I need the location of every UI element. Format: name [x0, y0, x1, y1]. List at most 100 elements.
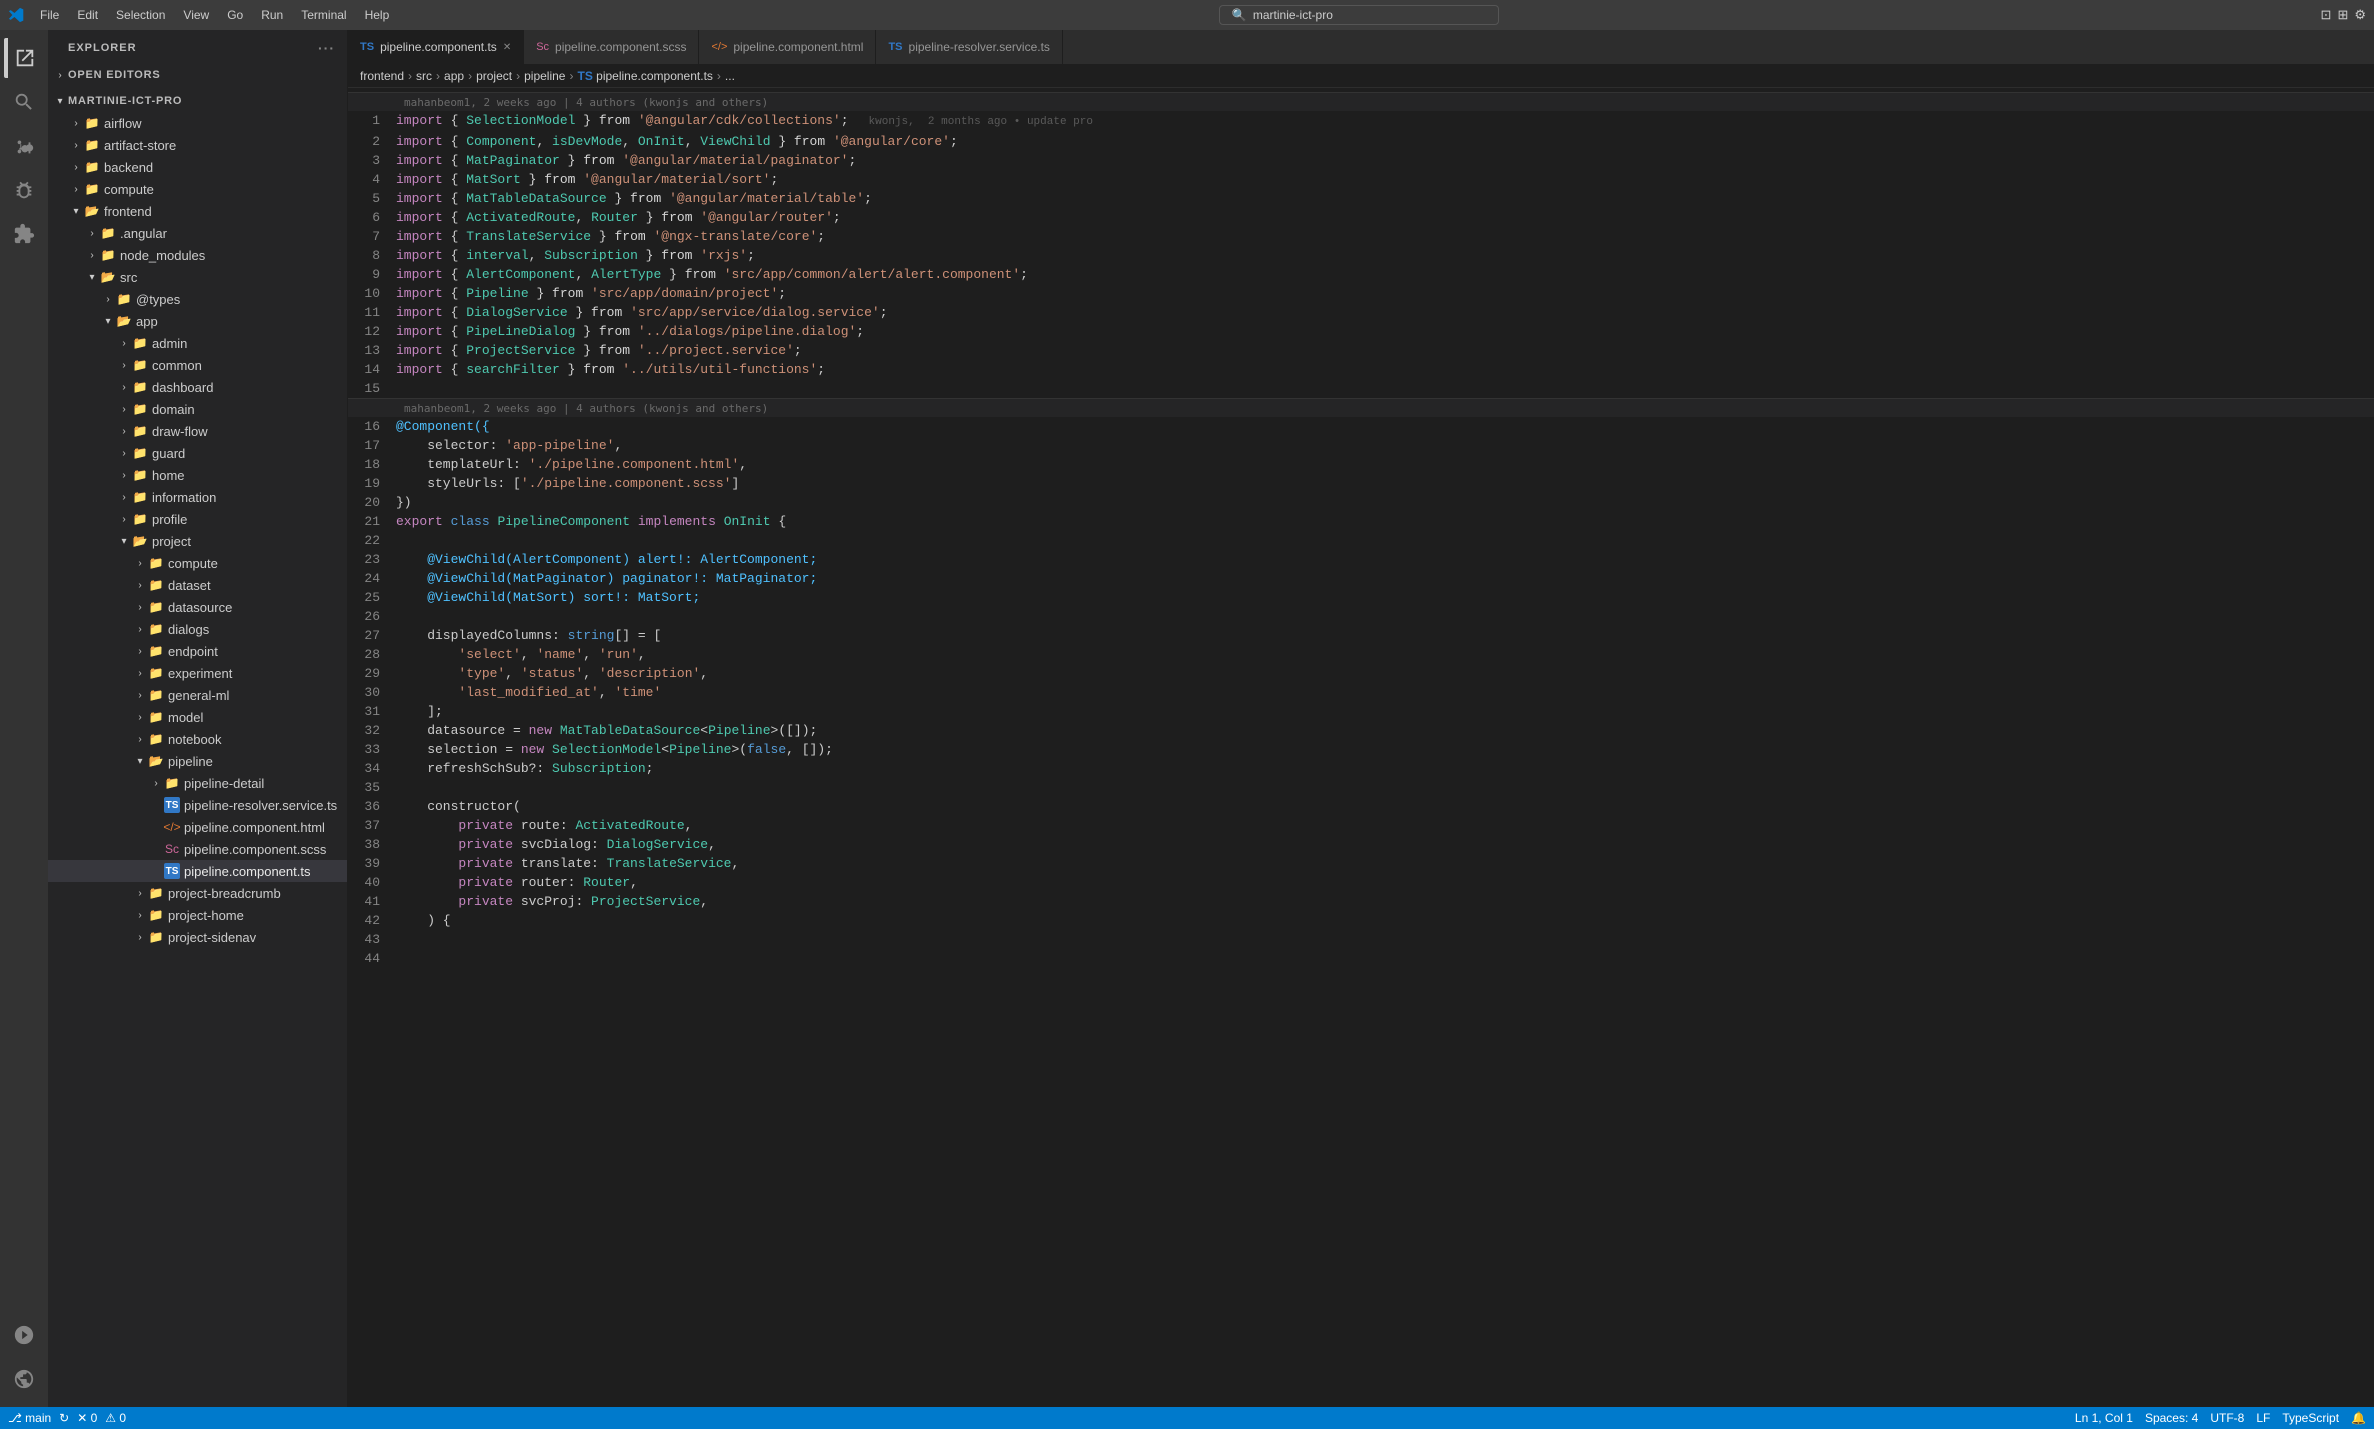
- encoding[interactable]: UTF-8: [2210, 1411, 2244, 1425]
- breadcrumb-app[interactable]: app: [444, 69, 464, 83]
- sidebar-item-general-ml[interactable]: 📁general-ml: [48, 684, 347, 706]
- menu-terminal[interactable]: Terminal: [293, 6, 354, 24]
- menu-file[interactable]: File: [32, 6, 67, 24]
- sidebar-item-dashboard[interactable]: 📁dashboard: [48, 376, 347, 398]
- sidebar-item-app[interactable]: 📂app: [48, 310, 347, 332]
- tree-item-label: @types: [136, 292, 180, 307]
- activity-explorer[interactable]: [4, 38, 44, 78]
- menu-bar[interactable]: File Edit Selection View Go Run Terminal…: [32, 6, 397, 24]
- sidebar-item-node_modules[interactable]: 📁node_modules: [48, 244, 347, 266]
- settings-icon[interactable]: ⚙: [2354, 7, 2366, 23]
- search-box[interactable]: 🔍 martinie-ict-pro: [1219, 5, 1499, 25]
- sidebar-item-common[interactable]: 📁common: [48, 354, 347, 376]
- menu-edit[interactable]: Edit: [69, 6, 106, 24]
- line-number: 29: [348, 664, 396, 683]
- blame-text: mahanbeom1, 2 weeks ago | 4 authors (kwo…: [396, 94, 776, 111]
- sidebar-item-pipeline-component-scss[interactable]: Scpipeline.component.scss: [48, 838, 347, 860]
- more-actions-icon[interactable]: ···: [318, 40, 335, 56]
- tab-resolver-ts[interactable]: TS pipeline-resolver.service.ts: [876, 30, 1062, 64]
- sidebar-item-compute2[interactable]: 📁compute: [48, 552, 347, 574]
- git-branch[interactable]: ⎇ main: [8, 1411, 51, 1425]
- activity-remote[interactable]: [4, 1359, 44, 1399]
- activity-source-control[interactable]: [4, 126, 44, 166]
- error-count[interactable]: ✕ 0: [77, 1411, 97, 1425]
- code-main[interactable]: mahanbeom1, 2 weeks ago | 4 authors (kwo…: [348, 88, 2374, 1407]
- sidebar-item-src[interactable]: 📂src: [48, 266, 347, 288]
- breadcrumb-more[interactable]: ...: [725, 69, 735, 83]
- activity-testing[interactable]: [4, 1315, 44, 1355]
- sidebar-item-endpoint[interactable]: 📁endpoint: [48, 640, 347, 662]
- menu-go[interactable]: Go: [219, 6, 251, 24]
- sidebar-item-draw-flow[interactable]: 📁draw-flow: [48, 420, 347, 442]
- notifications-icon[interactable]: 🔔: [2351, 1411, 2366, 1425]
- sidebar-item-frontend[interactable]: 📂frontend: [48, 200, 347, 222]
- warning-count[interactable]: ⚠ 0: [105, 1411, 126, 1425]
- sidebar-item-pipeline-component-html[interactable]: </>pipeline.component.html: [48, 816, 347, 838]
- sidebar-item-dataset[interactable]: 📁dataset: [48, 574, 347, 596]
- title-bar: File Edit Selection View Go Run Terminal…: [0, 0, 2374, 30]
- breadcrumb-project[interactable]: project: [476, 69, 512, 83]
- activity-search[interactable]: [4, 82, 44, 122]
- sidebar-item-compute[interactable]: 📁compute: [48, 178, 347, 200]
- spaces[interactable]: Spaces: 4: [2145, 1411, 2198, 1425]
- layout-icon[interactable]: ⊞: [2337, 7, 2348, 23]
- line-number: 38: [348, 835, 396, 854]
- sidebar-item-information[interactable]: 📁information: [48, 486, 347, 508]
- sidebar-item-pipeline-detail[interactable]: 📁pipeline-detail: [48, 772, 347, 794]
- code-line-text: import { SelectionModel } from '@angular…: [396, 111, 2374, 132]
- sidebar-item-home[interactable]: 📁home: [48, 464, 347, 486]
- sidebar-item-domain[interactable]: 📁domain: [48, 398, 347, 420]
- sidebar-item-pipeline-component-ts[interactable]: TSpipeline.component.ts: [48, 860, 347, 882]
- line-ending[interactable]: LF: [2256, 1411, 2270, 1425]
- sidebar-item-project-home[interactable]: 📁project-home: [48, 904, 347, 926]
- tab-pipeline-scss[interactable]: Sc pipeline.component.scss: [524, 30, 699, 64]
- split-editor-icon[interactable]: ⊡: [2321, 7, 2332, 23]
- sidebar-item-artifact-store[interactable]: 📁artifact-store: [48, 134, 347, 156]
- sidebar-actions[interactable]: ···: [318, 40, 335, 56]
- sidebar-item-airflow[interactable]: 📁airflow: [48, 112, 347, 134]
- menu-selection[interactable]: Selection: [108, 6, 173, 24]
- sidebar-item-admin[interactable]: 📁admin: [48, 332, 347, 354]
- breadcrumb-file[interactable]: TS pipeline.component.ts: [577, 69, 712, 83]
- sidebar-item-project-sidenav[interactable]: 📁project-sidenav: [48, 926, 347, 948]
- tree-item-label: backend: [104, 160, 153, 175]
- sidebar-item-types[interactable]: 📁@types: [48, 288, 347, 310]
- sidebar-item-project-breadcrumb[interactable]: 📁project-breadcrumb: [48, 882, 347, 904]
- sidebar-item-dialogs[interactable]: 📁dialogs: [48, 618, 347, 640]
- breadcrumb-src[interactable]: src: [416, 69, 432, 83]
- breadcrumb-frontend[interactable]: frontend: [360, 69, 404, 83]
- status-left: ⎇ main ↻ ✕ 0 ⚠ 0: [8, 1411, 126, 1425]
- open-editors-header[interactable]: OPEN EDITORS: [48, 64, 347, 86]
- status-bar: ⎇ main ↻ ✕ 0 ⚠ 0 Ln 1, Col 1 Spaces: 4 U…: [0, 1407, 2374, 1429]
- project-root-header[interactable]: MARTINIE-ICT-PRO: [48, 90, 347, 112]
- open-editors-label: OPEN EDITORS: [68, 69, 161, 81]
- activity-extensions[interactable]: [4, 214, 44, 254]
- sidebar-item-backend[interactable]: 📁backend: [48, 156, 347, 178]
- sidebar-item-notebook[interactable]: 📁notebook: [48, 728, 347, 750]
- sidebar-item-pipeline-resolver-service-ts[interactable]: TSpipeline-resolver.service.ts: [48, 794, 347, 816]
- sidebar-item-datasource[interactable]: 📁datasource: [48, 596, 347, 618]
- tab-close-icon[interactable]: ✕: [503, 42, 511, 53]
- sidebar-item-experiment[interactable]: 📁experiment: [48, 662, 347, 684]
- sidebar-item-project[interactable]: 📂project: [48, 530, 347, 552]
- code-line-text: selection = new SelectionModel<Pipeline>…: [396, 740, 2374, 759]
- sidebar-item-guard[interactable]: 📁guard: [48, 442, 347, 464]
- menu-view[interactable]: View: [175, 6, 217, 24]
- sidebar-item-pipeline[interactable]: 📂pipeline: [48, 750, 347, 772]
- code-row: 38 private svcDialog: DialogService,: [348, 835, 2374, 854]
- sidebar-item-angular[interactable]: 📁.angular: [48, 222, 347, 244]
- breadcrumb-pipeline[interactable]: pipeline: [524, 69, 565, 83]
- tab-pipeline-html[interactable]: </> pipeline.component.html: [699, 30, 876, 64]
- cursor-position[interactable]: Ln 1, Col 1: [2075, 1411, 2133, 1425]
- menu-run[interactable]: Run: [253, 6, 291, 24]
- sync-icon[interactable]: ↻: [59, 1411, 69, 1425]
- sidebar-item-model[interactable]: 📁model: [48, 706, 347, 728]
- folder-icon: 📁: [132, 423, 148, 439]
- line-number: 3: [348, 151, 396, 170]
- menu-help[interactable]: Help: [357, 6, 398, 24]
- sidebar-item-profile[interactable]: 📁profile: [48, 508, 347, 530]
- language-mode[interactable]: TypeScript: [2282, 1411, 2339, 1425]
- activity-debug[interactable]: [4, 170, 44, 210]
- tab-pipeline-ts[interactable]: TS pipeline.component.ts ✕: [348, 30, 524, 64]
- code-line-text: private route: ActivatedRoute,: [396, 816, 2374, 835]
